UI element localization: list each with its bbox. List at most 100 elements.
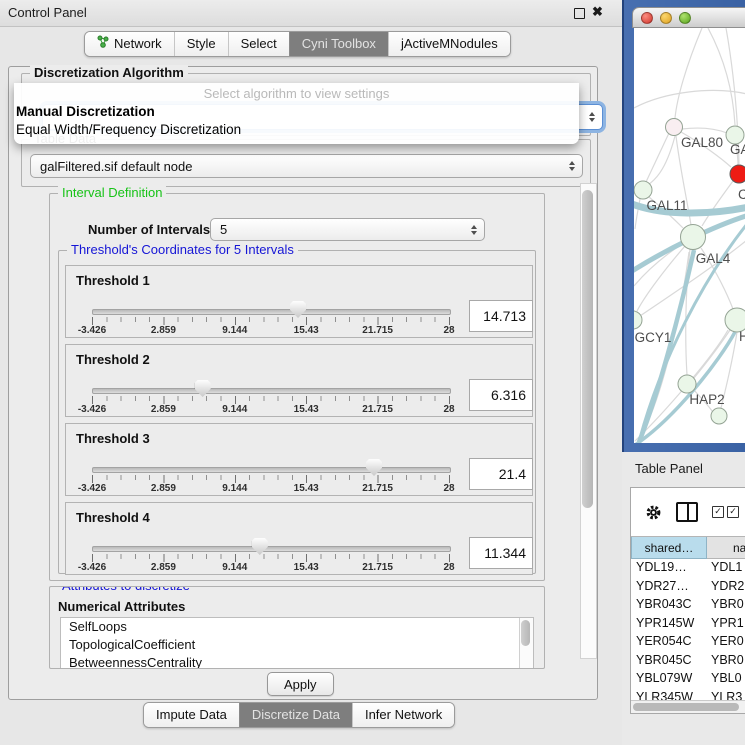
threshold-panel: Threshold 4-3.4262.8599.14415.4321.71528… — [65, 502, 533, 575]
table-data-combobox[interactable]: galFiltered.sif default node — [30, 154, 583, 178]
threshold-slider-thumb[interactable] — [252, 538, 268, 555]
tick-label: 21.715 — [362, 562, 393, 573]
table-data-value: galFiltered.sif default node — [40, 159, 192, 174]
checkbox-column-icon[interactable]: ✓ — [727, 506, 739, 518]
threshold-slider-thumb[interactable] — [366, 459, 382, 476]
network-node[interactable] — [634, 181, 652, 199]
threshold-value-field[interactable]: 21.4 — [469, 458, 533, 490]
column-header-name[interactable]: na — [707, 537, 745, 559]
attribute-list-item[interactable]: BetweennessCentrality — [61, 654, 533, 669]
tick-label: 9.144 — [222, 562, 247, 573]
tab-jactivemnodules[interactable]: jActiveMNodules — [388, 32, 510, 56]
tick-label: 15.43 — [294, 562, 319, 573]
threshold-value-field[interactable]: 6.316 — [469, 379, 533, 411]
number-of-intervals-combobox[interactable]: 5 — [210, 218, 485, 241]
network-node[interactable] — [634, 311, 642, 329]
threshold-value-field[interactable]: 11.344 — [469, 537, 533, 569]
table-header-row: shared… na — [631, 536, 745, 559]
network-window-titlebar[interactable] — [632, 7, 745, 28]
column-header-shared-name[interactable]: shared… — [631, 537, 707, 559]
tab-select[interactable]: Select — [228, 32, 289, 56]
panel-scrollbar[interactable] — [580, 183, 597, 659]
threshold-slider-track[interactable] — [92, 309, 451, 315]
network-node[interactable] — [681, 225, 706, 250]
group-title: Interval Definition — [58, 185, 166, 200]
table-row[interactable]: YBR043CYBR0 — [631, 595, 745, 614]
network-node[interactable] — [730, 165, 745, 183]
tab-cyni-toolbox[interactable]: Cyni Toolbox — [289, 32, 388, 56]
close-traffic-light-icon[interactable] — [641, 12, 653, 24]
algorithm-option[interactable]: Manual Discretization — [14, 103, 579, 121]
table-horizontal-scrollbar[interactable] — [631, 700, 745, 713]
algorithm-option[interactable]: Equal Width/Frequency Discretization — [14, 121, 579, 139]
slider-major-ticks — [92, 475, 450, 483]
tick-label: 28 — [443, 325, 454, 336]
threshold-slider-thumb[interactable] — [290, 301, 306, 318]
network-view-canvas[interactable]: GAL80GACGAL11GAL4GCY1HHAP2 — [634, 28, 745, 443]
threshold-slider-thumb[interactable] — [195, 380, 211, 397]
panel-scrollbar-thumb[interactable] — [582, 190, 593, 508]
tab-style[interactable]: Style — [174, 32, 228, 56]
threshold-value-field[interactable]: 14.713 — [469, 300, 533, 332]
apply-button[interactable]: Apply — [267, 672, 334, 696]
table-panel-box: ✓ ✓ shared… na YDL19…YDL1YDR27…YDR2YBR04… — [630, 487, 745, 714]
number-of-intervals-label: Number of Intervals — [88, 222, 210, 237]
minimize-traffic-light-icon[interactable] — [660, 12, 672, 24]
tab-infer-network[interactable]: Infer Network — [352, 703, 454, 727]
attribute-list-item[interactable]: SelfLoops — [61, 618, 533, 636]
tick-label: 21.715 — [362, 483, 393, 494]
numerical-attributes-label: Numerical Attributes — [58, 599, 185, 614]
table-toolbar: ✓ ✓ — [631, 488, 745, 536]
cell-name: YBR0 — [705, 597, 745, 611]
cell-name: YER0 — [705, 634, 745, 648]
attribute-list-item[interactable]: TopologicalCoefficient — [61, 636, 533, 654]
network-node[interactable] — [666, 119, 683, 136]
close-icon[interactable]: ✖ — [592, 4, 603, 20]
cell-name: YBL0 — [705, 671, 745, 685]
table-row[interactable]: YPR145WYPR1 — [631, 614, 745, 633]
network-node[interactable] — [711, 408, 727, 424]
threshold-slider-track[interactable] — [92, 467, 451, 473]
table-row[interactable]: YDR27…YDR2 — [631, 577, 745, 596]
tick-label: -3.426 — [78, 404, 106, 415]
tick-label: -3.426 — [78, 562, 106, 573]
threshold-slider-track[interactable] — [92, 388, 451, 394]
table-row[interactable]: YER054CYER0 — [631, 632, 745, 651]
hscrollbar-thumb[interactable] — [633, 703, 739, 711]
table-row[interactable]: YDL19…YDL1 — [631, 558, 745, 577]
checkbox-column-icon[interactable]: ✓ — [712, 506, 724, 518]
slider-major-ticks — [92, 396, 450, 404]
threshold-panel: Threshold 2-3.4262.8599.14415.4321.71528… — [65, 344, 533, 417]
tick-label: 28 — [443, 404, 454, 415]
network-edge — [708, 28, 735, 125]
network-node[interactable] — [678, 375, 696, 393]
tick-label: 28 — [443, 562, 454, 573]
tick-label: 9.144 — [222, 483, 247, 494]
threshold-panel: Threshold 1-3.4262.8599.14415.4321.71528… — [65, 265, 533, 338]
threshold-coordinates-group: Threshold's Coordinates for 5 Intervals … — [58, 250, 536, 574]
list-scrollbar-thumb[interactable] — [521, 620, 530, 646]
tab-impute-data[interactable]: Impute Data — [144, 703, 239, 727]
tab-network[interactable]: Network — [85, 32, 174, 56]
network-window-frame[interactable]: GAL80GACGAL11GAL4GCY1HHAP2 — [622, 0, 745, 452]
cell-shared-name: YDR27… — [631, 579, 705, 593]
panel-title: Control Panel — [8, 0, 87, 26]
group-title: Discretization Algorithm — [30, 65, 188, 80]
gear-icon[interactable] — [645, 504, 662, 521]
top-tab-bar: NetworkStyleSelectCyni ToolboxjActiveMNo… — [84, 31, 511, 57]
network-node-label: GCY1 — [635, 330, 672, 345]
network-edge — [682, 128, 727, 133]
tab-discretize-data[interactable]: Discretize Data — [239, 703, 352, 727]
cell-shared-name: YBR045C — [631, 653, 705, 667]
table-row[interactable]: YBR045CYBR0 — [631, 651, 745, 670]
list-scrollbar[interactable] — [519, 618, 533, 668]
threshold-slider-track[interactable] — [92, 546, 451, 552]
table-row[interactable]: YBL079WYBL0 — [631, 669, 745, 688]
cell-shared-name: YBL079W — [631, 671, 705, 685]
table-rows: YDL19…YDL1YDR27…YDR2YBR043CYBR0YPR145WYP… — [631, 558, 745, 703]
split-view-icon[interactable] — [676, 502, 698, 522]
zoom-traffic-light-icon[interactable] — [679, 12, 691, 24]
cell-name: YDR2 — [705, 579, 745, 593]
attributes-list[interactable]: SelfLoopsTopologicalCoefficientBetweenne… — [60, 617, 534, 669]
float-window-icon[interactable] — [574, 8, 585, 19]
